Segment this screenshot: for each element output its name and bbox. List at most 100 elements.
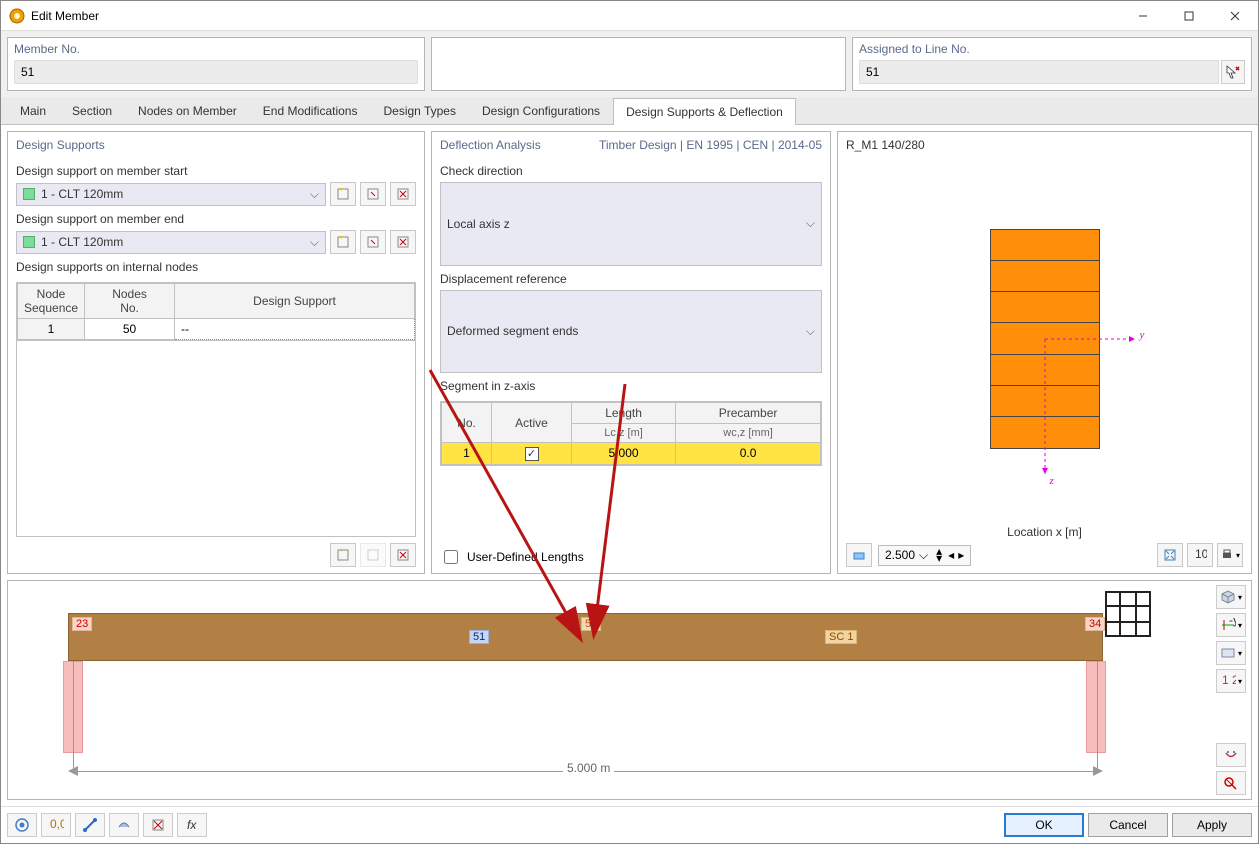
check-direction-select[interactable]: Local axis z ⌵	[440, 182, 822, 266]
tab-main[interactable]: Main	[7, 97, 59, 124]
disp-ref-label: Displacement reference	[440, 272, 822, 286]
internal-delete-button[interactable]	[390, 543, 416, 567]
active-checkbox[interactable]	[525, 447, 539, 461]
member-no-label: Member No.	[14, 42, 418, 56]
table-row[interactable]: 1 50 --	[18, 319, 415, 340]
member-id-tag: 51	[469, 630, 489, 644]
tab-strip: Main Section Nodes on Member End Modific…	[1, 97, 1258, 125]
svg-text:0,00: 0,00	[50, 817, 64, 831]
user-defined-lengths-checkbox[interactable]: User-Defined Lengths	[440, 547, 584, 567]
node-right-tag: 34	[1085, 617, 1105, 631]
view-3d-button[interactable]: ▾	[1216, 585, 1246, 609]
assigned-input[interactable]: 51	[859, 60, 1219, 84]
assigned-label: Assigned to Line No.	[859, 42, 1245, 56]
apply-button[interactable]: Apply	[1172, 813, 1252, 837]
dialog-footer: 0,00 fx OK Cancel Apply	[1, 806, 1258, 843]
section-name: R_M1 140/280	[846, 138, 1243, 152]
delete-support-end-button[interactable]	[390, 230, 416, 254]
chevron-down-icon: ⌵	[806, 324, 815, 339]
sc-tag: SC 1	[825, 630, 857, 644]
member-preview-canvas[interactable]: 23 34 50 51 SC 1 5.000 m	[8, 581, 1211, 799]
maximize-button[interactable]	[1166, 1, 1212, 31]
member-no-input[interactable]: 51	[14, 60, 418, 84]
support-end-select[interactable]: 1 - CLT 120mm ⌵	[16, 231, 326, 254]
cross-section-view[interactable]: y z	[846, 152, 1243, 525]
axis-z-label: z	[1050, 475, 1054, 487]
delete-support-button[interactable]	[390, 182, 416, 206]
node-internal-tag: 50	[581, 617, 601, 631]
cancel-button[interactable]: Cancel	[1088, 813, 1168, 837]
view-values-button[interactable]: 100	[1187, 543, 1213, 567]
support-end-label: Design support on member end	[16, 212, 416, 226]
minimize-button[interactable]	[1120, 1, 1166, 31]
support-start-select[interactable]: 1 - CLT 120mm ⌵	[16, 183, 326, 206]
grid-icon	[1105, 591, 1151, 640]
new-support-end-button[interactable]	[330, 230, 356, 254]
disp-ref-select[interactable]: Deformed segment ends ⌵	[440, 290, 822, 374]
smile-button[interactable]	[1216, 743, 1246, 767]
deflection-panel: Deflection Analysis Timber Design | EN 1…	[431, 131, 831, 574]
display-button[interactable]: ▾	[1216, 641, 1246, 665]
deflection-title: Deflection Analysis	[440, 138, 541, 152]
member-icon-button[interactable]	[75, 813, 105, 837]
chevron-down-icon: ⌵	[806, 216, 815, 231]
delete-button[interactable]	[143, 813, 173, 837]
chevron-down-icon: ⌵	[310, 187, 319, 202]
axes-button[interactable]: -y▾	[1216, 613, 1246, 637]
svg-text:fx: fx	[187, 818, 197, 832]
edit-support-end-button[interactable]	[360, 230, 386, 254]
segment-z-label: Segment in z-axis	[440, 379, 822, 393]
axis-y-label: y	[1140, 329, 1145, 341]
member-no-box: Member No. 51	[7, 37, 425, 91]
deflection-norm: Timber Design | EN 1995 | CEN | 2014-05	[599, 138, 822, 158]
window-controls	[1120, 1, 1258, 31]
section-preview-panel: R_M1 140/280 y z Location x [m]	[837, 131, 1252, 574]
tab-end-modifications[interactable]: End Modifications	[250, 97, 371, 124]
internal-edit-button[interactable]	[360, 543, 386, 567]
tab-design-supports-deflection[interactable]: Design Supports & Deflection	[613, 98, 796, 125]
tab-section[interactable]: Section	[59, 97, 125, 124]
tab-design-types[interactable]: Design Types	[370, 97, 469, 124]
app-icon	[9, 8, 25, 24]
chevron-down-icon: ▾	[1236, 551, 1240, 560]
chevron-down-icon: ⌵	[310, 235, 319, 250]
svg-text:100: 100	[1195, 548, 1207, 561]
header-spacer	[431, 37, 846, 91]
reset-zoom-button[interactable]	[1216, 771, 1246, 795]
chevron-down-icon: ⌵	[919, 548, 928, 563]
location-label: Location x [m]	[846, 525, 1243, 539]
print-button[interactable]: ▾	[1217, 543, 1243, 567]
segment-table[interactable]: No. Active Length Precamber Lc,z [m] wc,…	[441, 402, 821, 465]
pick-line-button[interactable]	[1221, 60, 1245, 84]
help-button[interactable]	[7, 813, 37, 837]
view-extents-button[interactable]	[1157, 543, 1183, 567]
assigned-line-box: Assigned to Line No. 51	[852, 37, 1252, 91]
check-direction-label: Check direction	[440, 164, 822, 178]
location-view-button[interactable]	[846, 543, 872, 567]
preview-toolbar: ▾ -y▾ ▾ 1 2 3▾	[1211, 581, 1251, 799]
internal-supports-table[interactable]: Node Sequence Nodes No. Design Support 1…	[17, 283, 415, 340]
units-button[interactable]: 0,00	[41, 813, 71, 837]
support-start-label: Design support on member start	[16, 164, 416, 178]
design-supports-panel: Design Supports Design support on member…	[7, 131, 425, 574]
tab-design-configurations[interactable]: Design Configurations	[469, 97, 613, 124]
window-title: Edit Member	[31, 9, 1120, 23]
new-support-button[interactable]	[330, 182, 356, 206]
numbering-button[interactable]: 1 2 3▾	[1216, 669, 1246, 693]
ok-button[interactable]: OK	[1004, 813, 1084, 837]
function-button[interactable]: fx	[177, 813, 207, 837]
internal-new-button[interactable]	[330, 543, 356, 567]
internal-supports-label: Design supports on internal nodes	[16, 260, 416, 274]
design-supports-title: Design Supports	[16, 138, 416, 152]
extras-button[interactable]	[109, 813, 139, 837]
title-bar: Edit Member	[1, 1, 1258, 31]
svg-text:-y: -y	[1229, 618, 1236, 627]
tab-nodes-on-member[interactable]: Nodes on Member	[125, 97, 250, 124]
node-left-tag: 23	[72, 617, 92, 631]
dimension-text: 5.000 m	[563, 761, 614, 775]
close-button[interactable]	[1212, 1, 1258, 31]
member-preview-panel: 23 34 50 51 SC 1 5.000 m ▾ -y▾ ▾ 1 2 3▾	[7, 580, 1252, 800]
table-row[interactable]: 1 5.000 0.0	[442, 443, 821, 465]
location-spinner[interactable]: 2.500 ⌵ ▴▾ ◂ ▸	[878, 545, 971, 566]
edit-support-button[interactable]	[360, 182, 386, 206]
